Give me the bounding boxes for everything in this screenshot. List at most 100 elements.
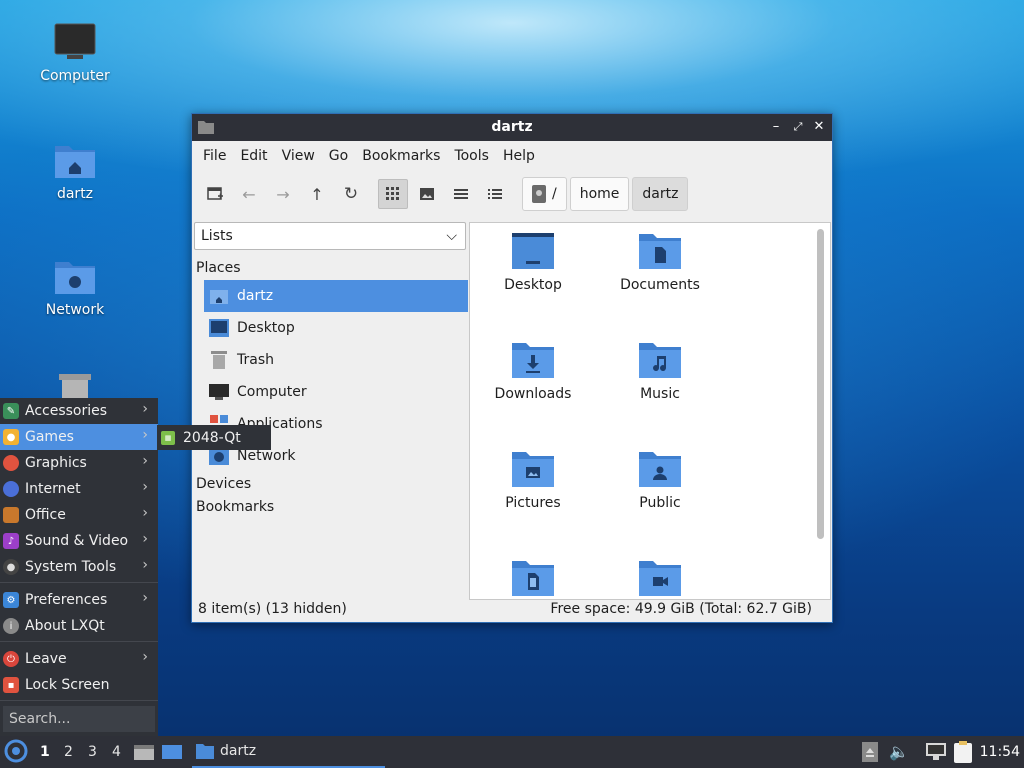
- file-item-public[interactable]: Public: [597, 449, 723, 511]
- minimize-button[interactable]: –: [766, 117, 786, 137]
- menu-file[interactable]: File: [196, 148, 233, 164]
- desktop-icon-label: Network: [45, 302, 105, 318]
- detailed-view-button[interactable]: [480, 179, 510, 209]
- clipboard-icon: [954, 741, 972, 763]
- menu-item-office[interactable]: Office ›: [0, 502, 158, 528]
- menu-item-internet[interactable]: Internet ›: [0, 476, 158, 502]
- tray-removable-media[interactable]: [862, 742, 878, 766]
- close-button[interactable]: ✕: [809, 117, 829, 137]
- menu-item-system-tools[interactable]: ● System Tools ›: [0, 554, 158, 580]
- network-monitor-icon: [926, 743, 946, 760]
- menu-bookmarks[interactable]: Bookmarks: [355, 148, 447, 164]
- menu-item-leave[interactable]: ⏻ Leave ›: [0, 646, 158, 672]
- place-item-computer[interactable]: Computer: [204, 376, 468, 408]
- menu-item-about-lxqt[interactable]: i About LXQt: [0, 613, 158, 639]
- new-tab-button[interactable]: [200, 179, 230, 209]
- menu-item-label: Preferences: [25, 592, 108, 608]
- folder-icon: [196, 744, 214, 759]
- breadcrumb-dartz[interactable]: dartz: [632, 177, 689, 211]
- menu-go[interactable]: Go: [322, 148, 355, 164]
- file-item-pictures[interactable]: Pictures: [470, 449, 596, 511]
- item-count: 8 item(s) (13 hidden): [198, 601, 347, 617]
- desktop-switch-3[interactable]: 3: [88, 744, 97, 760]
- menu-help[interactable]: Help: [496, 148, 542, 164]
- place-item-dartz[interactable]: dartz: [204, 280, 468, 312]
- chevron-right-icon: ›: [142, 401, 148, 417]
- file-manager-icon: [134, 745, 154, 760]
- desktop-switch-4[interactable]: 4: [112, 744, 121, 760]
- desktop-icon-computer[interactable]: Computer: [25, 22, 125, 84]
- quicklaunch-file-manager[interactable]: [134, 742, 154, 766]
- menu-item-label: Leave: [25, 651, 67, 667]
- menu-item-lock-screen[interactable]: ▪ Lock Screen: [0, 672, 158, 698]
- 2048-qt-icon: ▦: [161, 430, 175, 445]
- arrow-up-icon: ↑: [310, 184, 324, 204]
- desktop-folder-icon: [512, 233, 554, 269]
- new-tab-icon: [207, 187, 223, 200]
- places-header[interactable]: Places: [196, 260, 241, 276]
- menu-edit[interactable]: Edit: [233, 148, 274, 164]
- tray-clipboard[interactable]: [954, 741, 972, 767]
- quicklaunch-show-desktop[interactable]: [162, 742, 182, 766]
- menu-item-graphics[interactable]: Graphics ›: [0, 450, 158, 476]
- menu-item-sound-video[interactable]: ♪ Sound & Video ›: [0, 528, 158, 554]
- place-item-trash[interactable]: Trash: [204, 344, 468, 376]
- lxqt-logo-icon: [4, 739, 28, 763]
- desktop-icon-home[interactable]: dartz: [25, 140, 125, 202]
- clock[interactable]: 11:54: [980, 744, 1020, 760]
- devices-header[interactable]: Devices: [196, 476, 251, 492]
- bookmarks-header[interactable]: Bookmarks: [196, 499, 274, 515]
- menu-item-preferences[interactable]: ⚙ Preferences ›: [0, 587, 158, 613]
- menu-item-label: Games: [25, 429, 74, 445]
- desktop-switch-1[interactable]: 1: [40, 744, 50, 760]
- application-menu: ✎ Accessories › ● Games › Graphics › Internet…: [0, 398, 158, 736]
- menu-item-label: About LXQt: [25, 618, 105, 634]
- desktop-icon-label: Computer: [40, 68, 110, 84]
- file-item-templates[interactable]: [470, 558, 596, 599]
- thumbnail-view-button[interactable]: [412, 179, 442, 209]
- forward-button[interactable]: →: [268, 179, 298, 209]
- accessories-icon: ✎: [3, 403, 19, 419]
- desktop-icon-network[interactable]: Network: [25, 256, 125, 318]
- menu-item-games[interactable]: ● Games ›: [0, 424, 158, 450]
- icon-view-button[interactable]: [378, 179, 408, 209]
- maximize-button[interactable]: ⤢: [788, 117, 808, 137]
- drive-icon: [532, 185, 546, 203]
- chevron-down-icon: ⌵: [446, 228, 457, 244]
- arrow-right-icon: →: [276, 184, 290, 204]
- file-item-videos[interactable]: [597, 558, 723, 599]
- menu-item-label: Graphics: [25, 455, 87, 471]
- taskbar-task-dartz[interactable]: dartz: [192, 736, 385, 768]
- title-bar[interactable]: dartz – ⤢ ✕: [192, 114, 832, 141]
- start-menu-button[interactable]: [4, 739, 30, 765]
- chevron-right-icon: ›: [142, 557, 148, 573]
- submenu-item-2048-qt[interactable]: ▦ 2048-Qt: [157, 430, 241, 446]
- free-space: Free space: 49.9 GiB (Total: 62.7 GiB): [550, 601, 812, 617]
- back-button[interactable]: ←: [234, 179, 264, 209]
- file-item-documents[interactable]: Documents: [597, 231, 723, 293]
- task-label: dartz: [220, 743, 257, 759]
- internet-icon: [3, 481, 19, 497]
- reload-button[interactable]: ↻: [336, 179, 366, 209]
- file-item-music[interactable]: Music: [597, 340, 723, 402]
- file-item-downloads[interactable]: Downloads: [470, 340, 596, 402]
- menu-item-label: Internet: [25, 481, 81, 497]
- tray-volume[interactable]: 🔈: [889, 742, 909, 761]
- info-icon: i: [3, 618, 19, 634]
- menu-view[interactable]: View: [275, 148, 322, 164]
- menu-item-label: Lock Screen: [25, 677, 110, 693]
- menu-item-accessories[interactable]: ✎ Accessories ›: [0, 398, 158, 424]
- desktop-switch-2[interactable]: 2: [64, 744, 73, 760]
- menu-tools[interactable]: Tools: [447, 148, 496, 164]
- side-pane-mode-select[interactable]: Lists ⌵: [194, 222, 466, 250]
- breadcrumb-root[interactable]: /: [522, 177, 567, 211]
- compact-view-button[interactable]: [446, 179, 476, 209]
- tray-network[interactable]: [926, 743, 946, 765]
- place-item-desktop[interactable]: Desktop: [204, 312, 468, 344]
- vertical-scrollbar[interactable]: [817, 229, 824, 539]
- up-button[interactable]: ↑: [302, 179, 332, 209]
- breadcrumb-home[interactable]: home: [569, 177, 630, 211]
- menu-search-input[interactable]: Search...: [3, 706, 155, 732]
- file-item-desktop[interactable]: Desktop: [470, 231, 596, 293]
- preferences-icon: ⚙: [3, 592, 19, 608]
